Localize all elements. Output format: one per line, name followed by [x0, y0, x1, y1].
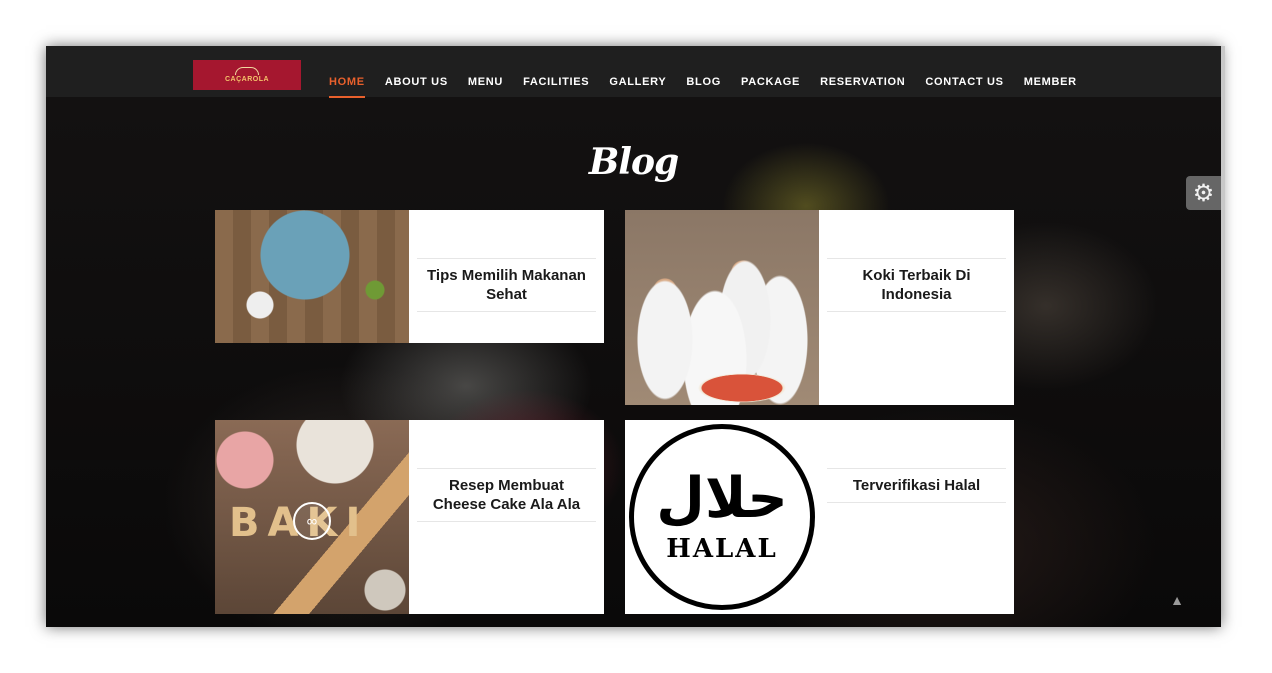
baking-image[interactable]: BAKI ∞ — [215, 420, 409, 614]
card-title[interactable]: Tips Memilih Makanan Sehat — [421, 266, 592, 304]
blog-card[interactable]: Tips Memilih Makanan Sehat — [215, 210, 604, 343]
chefs-image[interactable] — [625, 210, 819, 405]
gear-icon[interactable]: ⚙ — [1186, 176, 1221, 210]
card-title-box: Tips Memilih Makanan Sehat — [417, 258, 596, 312]
pot-icon — [235, 67, 259, 75]
link-icon[interactable]: ∞ — [293, 502, 331, 540]
card-title-box: Terverifikasi Halal — [827, 468, 1006, 503]
blog-card[interactable]: BAKI ∞ Resep Membuat Cheese Cake Ala Ala — [215, 420, 604, 614]
nav-item-about-us[interactable]: ABOUT US — [385, 76, 448, 88]
scrollbar[interactable] — [1221, 46, 1225, 450]
card-title[interactable]: Koki Terbaik Di Indonesia — [831, 266, 1002, 304]
nav-item-menu[interactable]: MENU — [468, 76, 503, 88]
card-body: Koki Terbaik Di Indonesia — [819, 210, 1014, 405]
logo-text: CAÇAROLA — [224, 76, 270, 83]
nav-item-reservation[interactable]: RESERVATION — [820, 76, 905, 88]
card-title[interactable]: Terverifikasi Halal — [831, 476, 1002, 495]
nav-item-package[interactable]: PACKAGE — [741, 76, 800, 88]
card-title[interactable]: Resep Membuat Cheese Cake Ala Ala — [421, 476, 592, 514]
nav-item-facilities[interactable]: FACILITIES — [523, 76, 589, 88]
nav-item-gallery[interactable]: GALLERY — [609, 76, 666, 88]
nav-item-home[interactable]: HOME — [329, 76, 365, 98]
nav-item-member[interactable]: MEMBER — [1024, 76, 1077, 88]
card-body: Resep Membuat Cheese Cake Ala Ala — [409, 420, 604, 614]
card-title-box: Resep Membuat Cheese Cake Ala Ala — [417, 468, 596, 522]
nav-item-blog[interactable]: BLOG — [686, 76, 721, 88]
section-title: Blog — [588, 141, 679, 183]
halal-arabic-text: حلال — [656, 466, 788, 531]
logo[interactable]: CAÇAROLA — [193, 60, 301, 90]
card-body: Tips Memilih Makanan Sehat — [409, 210, 604, 343]
chevron-up-icon[interactable]: ▲ — [1166, 589, 1188, 611]
blog-card[interactable]: Koki Terbaik Di Indonesia — [625, 210, 1014, 405]
browser-viewport: CAÇAROLA HOME ABOUT US MENU FACILITIES G… — [46, 46, 1221, 627]
halal-english-text: HALAL — [666, 534, 778, 564]
healthy-food-image[interactable] — [215, 210, 409, 343]
blog-card[interactable]: حلال HALAL Terverifikasi Halal — [625, 420, 1014, 614]
halal-logo-image[interactable]: حلال HALAL — [625, 420, 819, 614]
nav-item-contact-us[interactable]: CONTACT US — [925, 76, 1003, 88]
halal-seal: حلال HALAL — [629, 424, 815, 610]
card-body: Terverifikasi Halal — [819, 420, 1014, 614]
main-nav: HOME ABOUT US MENU FACILITIES GALLERY BL… — [329, 76, 1097, 98]
navbar: CAÇAROLA HOME ABOUT US MENU FACILITIES G… — [46, 46, 1221, 98]
card-title-box: Koki Terbaik Di Indonesia — [827, 258, 1006, 312]
